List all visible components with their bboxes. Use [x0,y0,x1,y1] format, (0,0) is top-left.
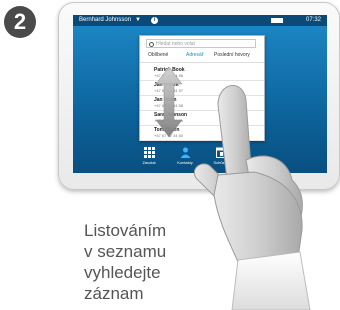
caption-line: v seznamu [84,242,167,261]
tab-recent-calls[interactable]: Poslední hovory [214,52,250,58]
info-icon[interactable]: i [151,17,158,24]
user-name[interactable]: Bernhard Johnsson [79,15,131,26]
keypad-icon [143,147,155,158]
search-placeholder: Hledat nebo volat [156,41,195,47]
tab-favorites[interactable]: Oblíbené [148,52,168,58]
status-bar: Bernhard Johnsson ▼ i 07:32 [73,15,327,26]
tab-directory[interactable]: Adresář [186,52,204,58]
scroll-arrow-icon [155,66,183,138]
instruction-caption: Listováním v seznamu vyhledejte záznam [84,220,194,304]
step-number-badge: 2 [4,6,36,38]
caption-line: vyhledejte [84,263,161,282]
caption-line: záznam [84,284,144,303]
nav-call-label: Zavolat [142,160,156,165]
pointing-hand-icon [194,84,311,310]
caption-line: Listováním [84,221,167,240]
nav-call[interactable]: Zavolat [129,147,169,165]
user-menu-caret-icon[interactable]: ▼ [135,15,141,26]
search-input[interactable]: Hledat nebo volat [146,39,256,48]
clock: 07:32 [305,17,321,23]
search-icon [149,42,154,47]
cisco-logo-icon [271,18,283,23]
